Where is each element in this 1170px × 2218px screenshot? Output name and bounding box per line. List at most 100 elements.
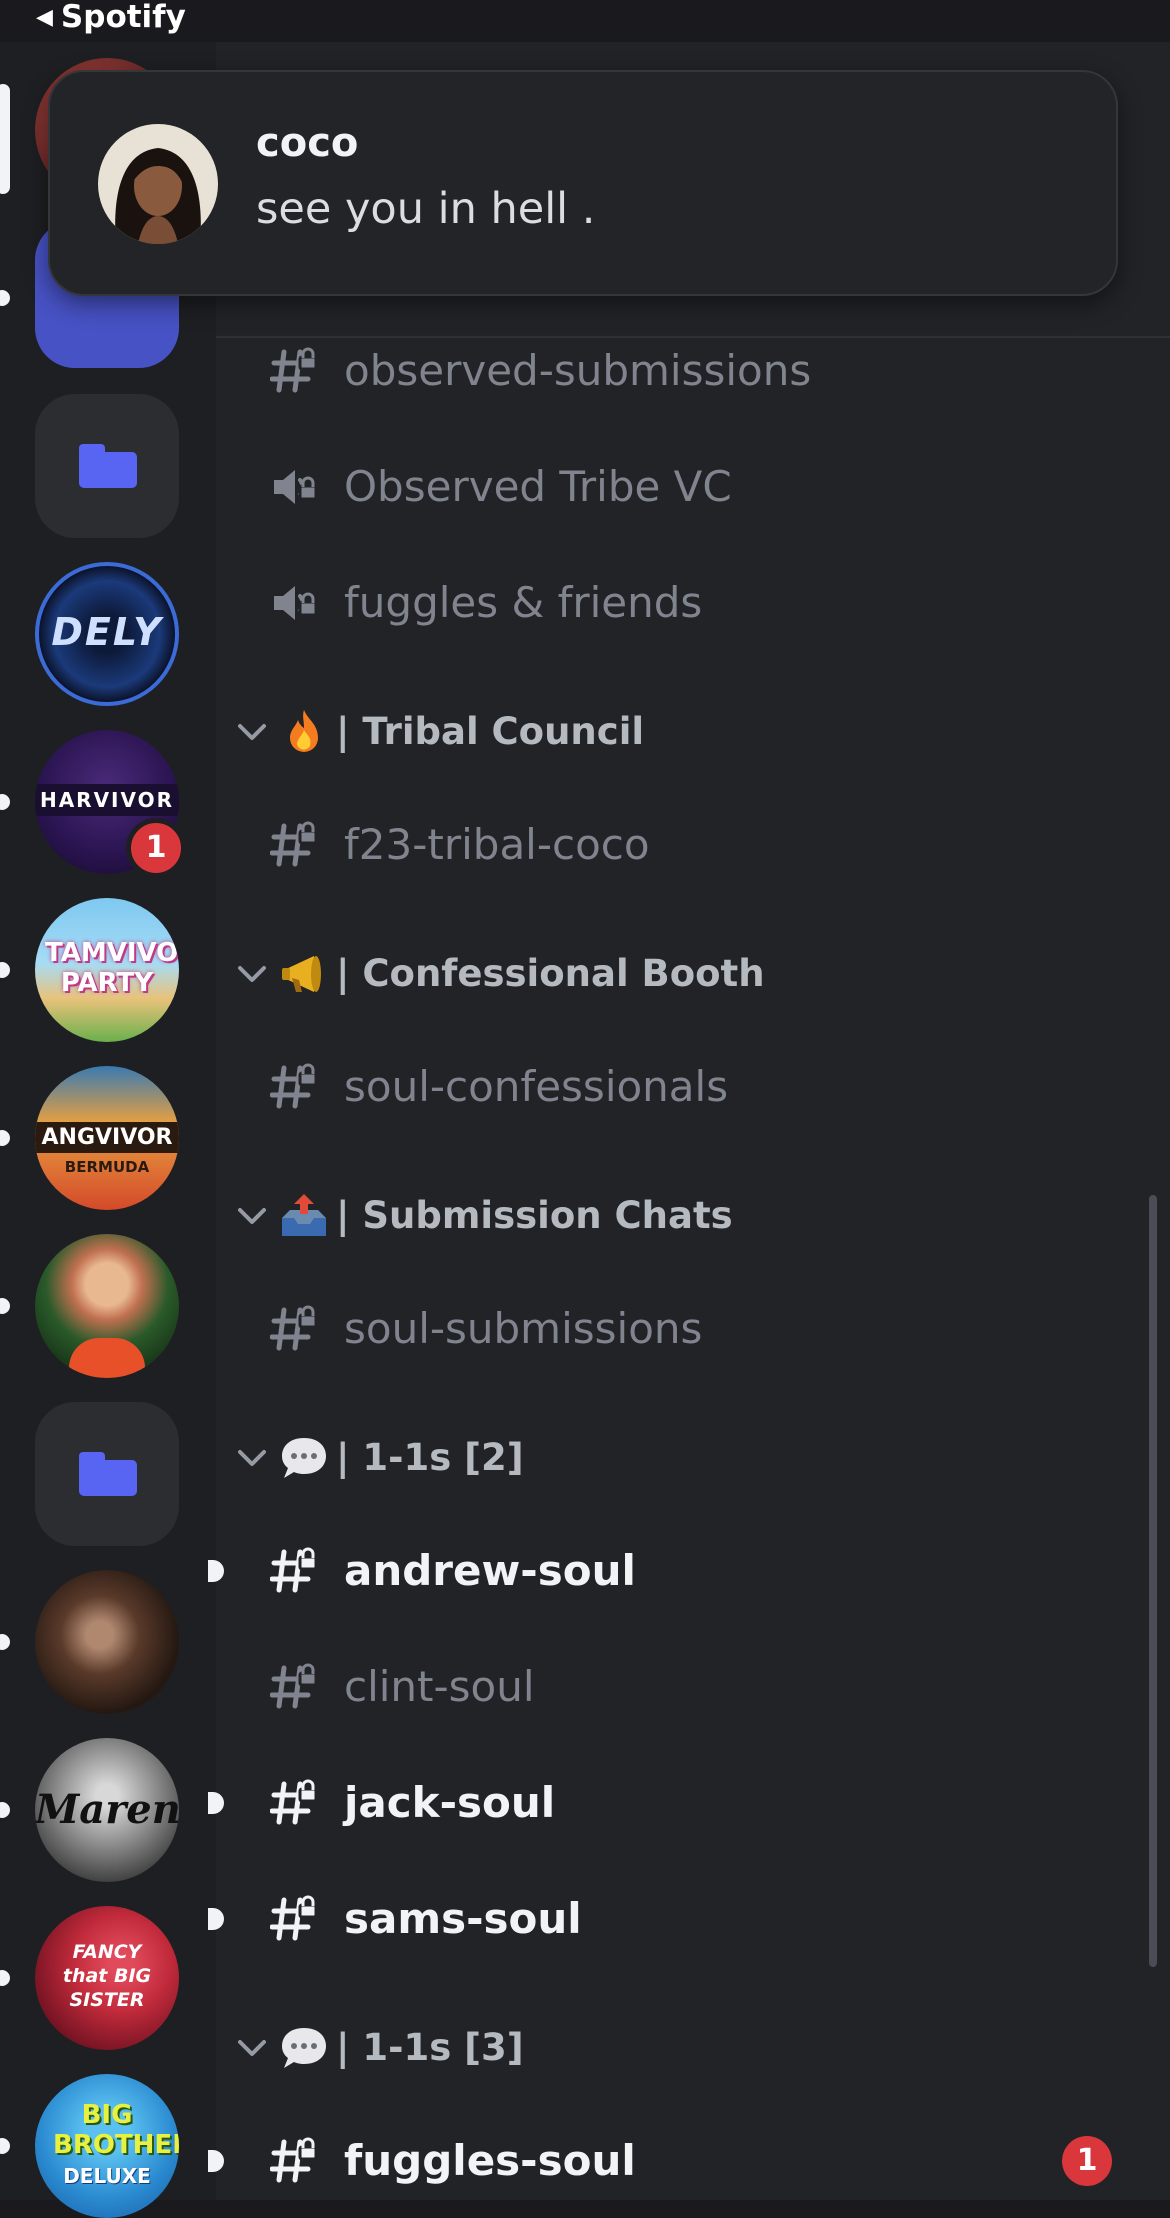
avatar xyxy=(98,124,218,244)
category-1-1s-3[interactable]: | 1-1s [3] xyxy=(216,2008,1170,2088)
server-icon-dark[interactable] xyxy=(35,1570,179,1714)
category-1-1s-2[interactable]: | 1-1s [2] xyxy=(216,1418,1170,1498)
category-name: | 1-1s [3] xyxy=(336,2026,524,2069)
server-icon-big-brother[interactable]: BIG BROTHER DELUXE xyxy=(35,2074,179,2218)
unread-pill xyxy=(0,794,10,810)
unread-pill xyxy=(0,962,10,978)
unread-indicator xyxy=(208,1908,224,1930)
category-tribal-council[interactable]: | Tribal Council xyxy=(216,692,1170,772)
channel-name: soul-submissions xyxy=(344,1304,703,1353)
server-logo-text: DELY xyxy=(51,610,163,654)
unread-indicator xyxy=(208,1560,224,1582)
channel-jack-soul[interactable]: jack-soul xyxy=(208,1758,1170,1848)
unread-pill xyxy=(0,1970,10,1986)
server-logo-text: BIG BROTHER xyxy=(53,2100,179,2160)
locked-text-channel-icon xyxy=(270,1304,320,1354)
server-folder[interactable] xyxy=(35,394,179,538)
channel-name: fuggles-soul xyxy=(344,2136,636,2185)
channel-clint-soul[interactable]: clint-soul xyxy=(216,1642,1170,1732)
channel-f23-tribal-coco[interactable]: f23-tribal-coco xyxy=(216,800,1170,890)
channel-observed-submissions[interactable]: observed-submissions xyxy=(216,326,1170,416)
unread-pill xyxy=(0,2138,10,2154)
unread-pill xyxy=(0,1130,10,1146)
server-rail: DELY HARVIVOR 1 TAMVIVOR PARTY ANGVIVOR … xyxy=(0,0,216,2218)
unread-pill xyxy=(0,84,10,194)
channel-observed-tribe-vc[interactable]: Observed Tribe VC xyxy=(216,442,1170,532)
avatar xyxy=(69,1338,145,1378)
category-name: | Tribal Council xyxy=(336,710,645,753)
chevron-down-icon xyxy=(238,2040,266,2056)
category-submission-chats[interactable]: | Submission Chats xyxy=(216,1176,1170,1256)
locked-text-channel-icon xyxy=(270,346,320,396)
speech-bubble-icon xyxy=(282,2028,326,2068)
fire-icon xyxy=(290,710,318,752)
chevron-down-icon xyxy=(238,1450,266,1466)
server-logo-subtext: BERMUDA xyxy=(64,1158,150,1176)
channel-soul-submissions[interactable]: soul-submissions xyxy=(216,1284,1170,1374)
server-logo-text: Maren xyxy=(35,1786,179,1833)
folder-icon xyxy=(79,1452,137,1496)
scrollbar[interactable] xyxy=(1149,1195,1157,1967)
category-name: | Submission Chats xyxy=(336,1194,733,1237)
back-to-app-link[interactable]: ◀ Spotify xyxy=(36,0,186,35)
unread-pill xyxy=(0,1298,10,1314)
unread-indicator xyxy=(208,2150,224,2172)
server-icon-big-sister[interactable]: FANCY that BIG SISTER xyxy=(35,1906,179,2050)
locked-text-channel-icon xyxy=(270,1662,320,1712)
category-name: | 1-1s [2] xyxy=(336,1436,524,1479)
server-icon-dely[interactable]: DELY xyxy=(35,562,179,706)
unread-pill xyxy=(0,1634,10,1650)
back-app-label: Spotify xyxy=(60,0,186,35)
channel-name: jack-soul xyxy=(344,1778,556,1827)
locked-text-channel-icon xyxy=(270,1894,320,1944)
locked-text-channel-icon xyxy=(270,1778,320,1828)
channel-name: andrew-soul xyxy=(344,1546,636,1595)
chevron-down-icon xyxy=(238,1208,266,1224)
unread-indicator xyxy=(208,1792,224,1814)
channel-fuggles-soul[interactable]: fuggles-soul 1 xyxy=(208,2116,1170,2206)
outbox-tray-icon xyxy=(282,1194,326,1236)
server-icon-photo[interactable] xyxy=(35,1234,179,1378)
avatar-photo-icon xyxy=(98,124,218,244)
category-name: | Confessional Booth xyxy=(336,952,765,995)
category-confessional-booth[interactable]: | Confessional Booth xyxy=(216,934,1170,1014)
message-notification-toast[interactable]: coco see you in hell . xyxy=(48,70,1118,296)
server-icon-angvivor[interactable]: ANGVIVOR BERMUDA xyxy=(35,1066,179,1210)
speech-bubble-icon xyxy=(282,1438,326,1478)
channel-soul-confessionals[interactable]: soul-confessionals xyxy=(216,1042,1170,1132)
locked-text-channel-icon xyxy=(270,1062,320,1112)
mention-badge: 1 xyxy=(1062,2136,1112,2186)
server-logo-text: FANCY that BIG SISTER xyxy=(62,1941,152,2011)
server-logo-subtext: DELUXE xyxy=(63,2164,151,2188)
megaphone-icon xyxy=(282,956,321,992)
channel-name: clint-soul xyxy=(344,1662,535,1711)
locked-text-channel-icon xyxy=(270,2136,320,2186)
channel-name: soul-confessionals xyxy=(344,1062,729,1111)
channel-name: f23-tribal-coco xyxy=(344,820,650,869)
folder-icon xyxy=(79,444,137,488)
channel-name: Observed Tribe VC xyxy=(344,462,732,511)
channel-sams-soul[interactable]: sams-soul xyxy=(208,1874,1170,1964)
server-logo-text: HARVIVOR xyxy=(35,784,179,816)
unread-pill xyxy=(0,290,10,306)
locked-voice-channel-icon xyxy=(272,584,318,622)
notification-message: see you in hell . xyxy=(256,184,596,234)
chevron-down-icon xyxy=(238,966,266,982)
server-logo-text: ANGVIVOR xyxy=(35,1122,179,1153)
locked-voice-channel-icon xyxy=(272,468,318,506)
chevron-down-icon xyxy=(238,724,266,740)
server-folder[interactable] xyxy=(35,1402,179,1546)
unread-pill xyxy=(0,1802,10,1818)
server-logo-text: TAMVIVOR PARTY xyxy=(45,938,179,998)
server-icon-maren[interactable]: Maren xyxy=(35,1738,179,1882)
channel-fuggles-friends[interactable]: fuggles & friends xyxy=(216,558,1170,648)
channel-name: sams-soul xyxy=(344,1894,582,1943)
server-notification-badge: 1 xyxy=(126,818,186,878)
locked-text-channel-icon xyxy=(270,820,320,870)
server-icon-tamvivor[interactable]: TAMVIVOR PARTY xyxy=(35,898,179,1042)
channel-name: observed-submissions xyxy=(344,346,812,395)
back-arrow-icon: ◀ xyxy=(36,5,53,30)
channel-name: fuggles & friends xyxy=(344,578,703,627)
channel-andrew-soul[interactable]: andrew-soul xyxy=(208,1526,1170,1616)
locked-text-channel-icon xyxy=(270,1546,320,1596)
